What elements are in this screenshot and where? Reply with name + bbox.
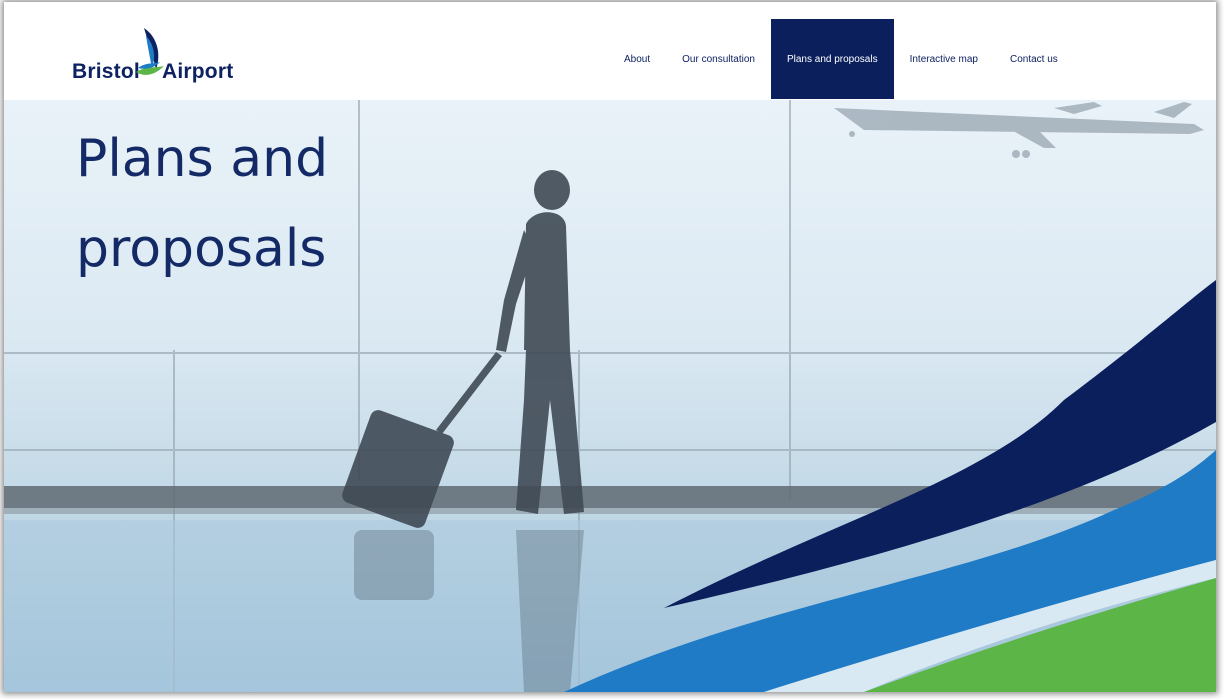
hero-banner: Plans and proposals (4, 100, 1216, 692)
site-header: Bristol Airport About Our consultation P… (4, 2, 1216, 100)
browser-page: Bristol Airport About Our consultation P… (4, 2, 1216, 692)
page-title-line-2: proposals (76, 219, 327, 279)
nav-contact-us[interactable]: Contact us (994, 19, 1074, 99)
logo-text-bristol: Bristol (72, 60, 140, 83)
nav-about[interactable]: About (608, 19, 666, 99)
aircraft-silhouette (834, 102, 1204, 158)
traveller-silhouette (342, 170, 584, 528)
logo-text-airport: Airport (162, 60, 234, 83)
page-title: Plans and proposals (76, 114, 328, 294)
page-title-line-1: Plans and (76, 129, 329, 189)
nav-our-consultation[interactable]: Our consultation (666, 19, 771, 99)
nav-interactive-map[interactable]: Interactive map (894, 19, 994, 99)
nav-plans-and-proposals[interactable]: Plans and proposals (770, 19, 894, 99)
bristol-airport-logo[interactable]: Bristol Airport (72, 26, 262, 86)
main-navigation: About Our consultation Plans and proposa… (608, 19, 1074, 99)
